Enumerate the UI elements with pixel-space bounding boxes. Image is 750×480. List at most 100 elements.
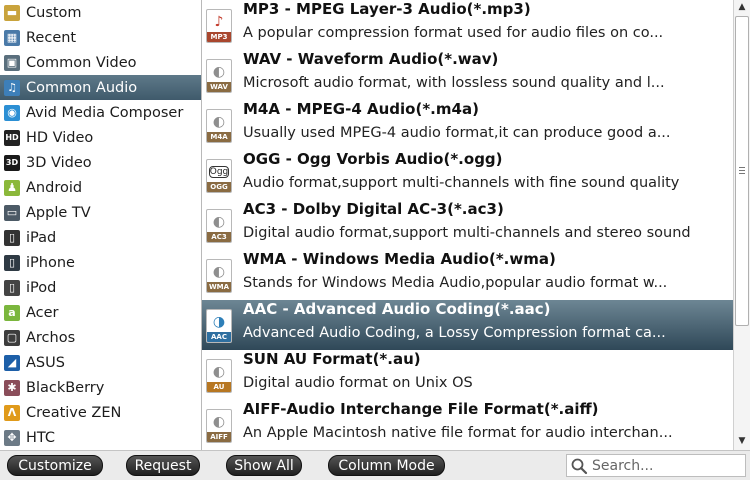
category-item-recent[interactable]: ▦ Recent [0,25,201,50]
show-all-button[interactable]: Show All [226,455,302,476]
film-icon: ▣ [4,54,20,71]
category-item-htc[interactable]: ✥ HTC [0,425,201,450]
format-description: Advanced Audio Coding, a Lossy Compressi… [243,325,666,341]
format-item-au[interactable]: ◐ AU SUN AU Format(*.au) Digital audio form… [202,350,733,400]
category-item-common-video[interactable]: ▣ Common Video [0,50,201,75]
format-tag: AU [207,382,231,392]
format-description: Digital audio format on Unix OS [243,375,473,391]
category-item-android[interactable]: ♟ Android [0,175,201,200]
scroll-down-arrow-icon[interactable]: ▼ [734,434,750,448]
category-item-iphone[interactable]: ▯ iPhone [0,250,201,275]
format-item-ac3[interactable]: ◐ AC3 AC3 - Dolby Digital AC-3(*.ac3) Digit… [202,200,733,250]
category-label: HTC [26,429,56,446]
category-label: HD Video [26,129,94,146]
ipod-icon: ▯ [4,279,20,296]
ac3-file-icon: ◐ AC3 [206,209,232,243]
format-list-scrollbar[interactable]: ▲ ▼ [733,0,750,450]
format-name: AC3 - Dolby Digital AC-3(*.ac3) [243,200,504,218]
htc-icon: ✥ [4,429,20,446]
format-glyph: ◐ [212,414,226,430]
category-item-archos[interactable]: ▢ Archos [0,325,201,350]
format-name: M4A - MPEG-4 Audio(*.m4a) [243,100,479,118]
format-description: A popular compression format used for au… [243,25,664,41]
format-name: OGG - Ogg Vorbis Audio(*.ogg) [243,150,503,168]
category-item-asus[interactable]: ◢ ASUS [0,350,201,375]
format-item-ogg[interactable]: Ogg OGG OGG - Ogg Vorbis Audio(*.ogg) Audio… [202,150,733,200]
format-item-wma[interactable]: ◐ WMA WMA - Windows Media Audio(*.wma) Stan… [202,250,733,300]
category-item-3d-video[interactable]: 3D 3D Video [0,150,201,175]
category-item-creative-zen[interactable]: Λ Creative ZEN [0,400,201,425]
category-item-custom[interactable]: ▬ Custom [0,0,201,25]
iphone-icon: ▯ [4,254,20,271]
format-tag: WMA [207,282,231,292]
format-item-m4a[interactable]: ◐ M4A M4A - MPEG-4 Audio(*.m4a) Usually use… [202,100,733,150]
hd-icon: HD [4,129,20,146]
archos-icon: ▢ [4,329,20,346]
m4a-file-icon: ◐ M4A [206,109,232,143]
category-item-hd-video[interactable]: HD HD Video [0,125,201,150]
category-label: iPod [26,279,57,296]
aiff-file-icon: ◐ AIFF [206,409,232,443]
customize-button[interactable]: Customize [7,455,103,476]
category-label: Archos [26,329,76,346]
format-picker-window: ▬ Custom ▦ Recent ▣ Common Video ♫ Common Audio… [0,0,750,480]
format-tag: AIFF [207,432,231,442]
category-label: Creative ZEN [26,404,122,421]
au-file-icon: ◐ AU [206,359,232,393]
category-label: Custom [26,4,82,21]
format-name: AIFF-Audio Interchange File Format(*.aif… [243,400,599,418]
recent-grid-icon: ▦ [4,29,20,46]
format-glyph: ◐ [212,264,226,280]
category-item-apple-tv[interactable]: ▭ Apple TV [0,200,201,225]
format-item-wav[interactable]: ◐ WAV WAV - Waveform Audio(*.wav) Microsoft… [202,50,733,100]
format-item-aac[interactable]: ◑ AAC AAC - Advanced Audio Coding(*.aac) Ad… [202,300,733,350]
format-tag: WAV [207,82,231,92]
search-input[interactable] [592,457,742,474]
category-label: iPad [26,229,57,246]
scroll-thumb[interactable] [735,16,749,326]
format-item-aiff[interactable]: ◐ AIFF AIFF-Audio Interchange File Format(… [202,400,733,450]
android-icon: ♟ [4,179,20,196]
request-button[interactable]: Request [126,455,200,476]
category-item-ipod[interactable]: ▯ iPod [0,275,201,300]
format-description: Audio format,support multi-channels with… [243,175,680,191]
format-glyph: ◐ [212,364,226,380]
category-label: Avid Media Composer [26,104,184,121]
ogg-file-icon: Ogg OGG [206,159,232,193]
format-glyph: ♪ [214,14,224,30]
format-list: ♪ MP3 MP3 - MPEG Layer-3 Audio(*.mp3) A pop… [202,0,733,450]
ipad-icon: ▯ [4,229,20,246]
format-tag: AC3 [207,232,231,242]
category-item-acer[interactable]: a Acer [0,300,201,325]
category-item-common-audio[interactable]: ♫ Common Audio [0,75,201,100]
asus-icon: ◢ [4,354,20,371]
format-description: Stands for Windows Media Audio,popular a… [243,275,668,291]
wma-file-icon: ◐ WMA [206,259,232,293]
aac-file-icon: ◑ AAC [206,309,232,343]
search-box[interactable] [566,454,746,477]
scroll-up-arrow-icon[interactable]: ▲ [734,0,750,14]
format-tag: AAC [207,332,231,342]
music-note-icon: ♫ [4,79,20,96]
category-label: Acer [26,304,59,321]
search-icon [570,457,588,475]
format-tag: OGG [207,182,231,192]
blackberry-icon: ✱ [4,379,20,396]
3d-icon: 3D [4,154,20,171]
format-glyph: ◐ [212,214,226,230]
category-label: iPhone [26,254,75,271]
category-item-avid-media-composer[interactable]: ◉ Avid Media Composer [0,100,201,125]
format-description: Usually used MPEG-4 audio format,it can … [243,125,671,141]
category-label: Android [26,179,83,196]
column-mode-button[interactable]: Column Mode [328,455,445,476]
category-label: BlackBerry [26,379,105,396]
category-label: 3D Video [26,154,92,171]
category-item-ipad[interactable]: ▯ iPad [0,225,201,250]
bottom-toolbar: Customize Request Show All Column Mode [0,450,750,480]
wav-file-icon: ◐ WAV [206,59,232,93]
format-item-mp3[interactable]: ♪ MP3 MP3 - MPEG Layer-3 Audio(*.mp3) A pop… [202,0,733,50]
category-label: Apple TV [26,204,91,221]
category-item-blackberry[interactable]: ✱ BlackBerry [0,375,201,400]
category-list: ▬ Custom ▦ Recent ▣ Common Video ♫ Common Audio… [0,0,202,450]
format-description: An Apple Macintosh native file format fo… [243,425,673,441]
